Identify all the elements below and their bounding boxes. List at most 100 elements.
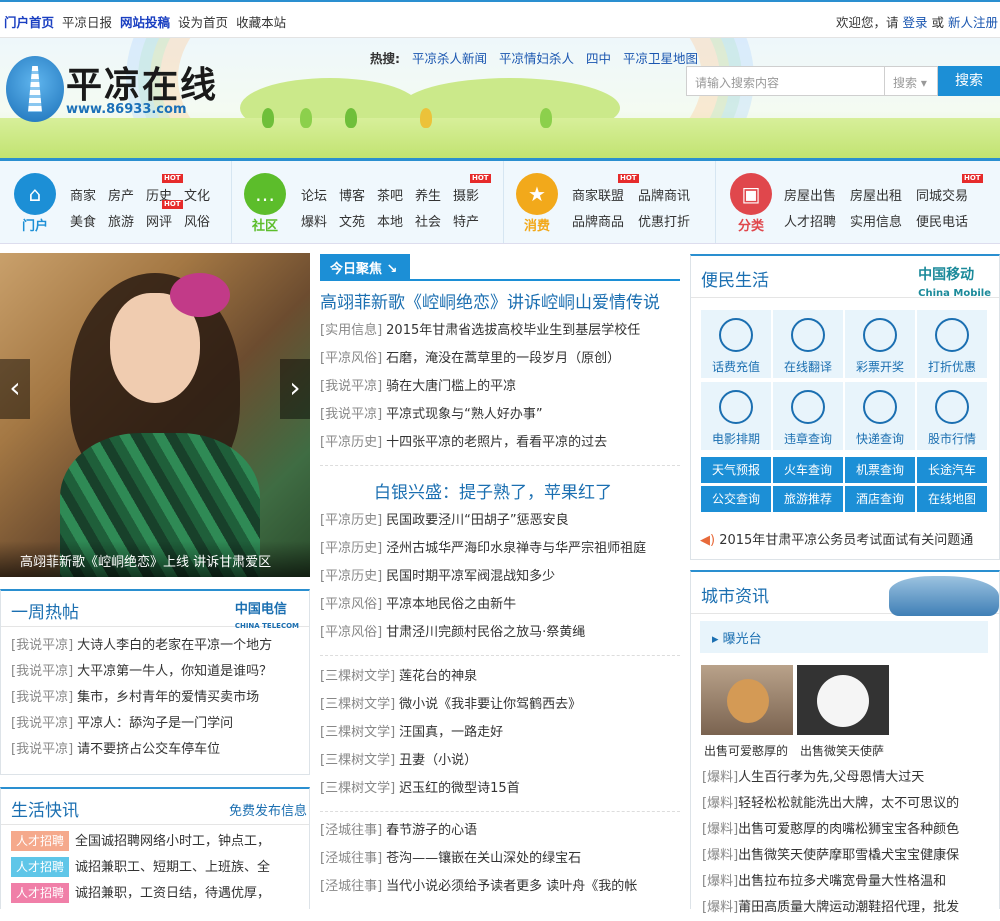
item-title[interactable]: 请不要挤占公交车停车位 [77, 742, 220, 757]
service-recharge[interactable]: 话费充值 [701, 310, 771, 378]
classified-icon[interactable]: ▣ [730, 173, 772, 215]
item-title[interactable]: 大诗人李白的老家在平凉一个地方 [77, 638, 272, 653]
exposure-title[interactable]: 曝光台 [723, 632, 762, 647]
list-item[interactable]: [三棵树文学] 迟玉红的微型诗15首 [320, 775, 682, 803]
item-title[interactable]: 平凉式现象与“熟人好办事” [386, 407, 542, 422]
service-movies[interactable]: 电影排期 [701, 382, 771, 450]
nav-link[interactable]: 便民电话 [916, 211, 968, 230]
nav-link[interactable]: 养生 [415, 185, 441, 204]
quick-link[interactable]: 机票查询 [845, 457, 915, 483]
nav-link[interactable]: 博客 [339, 185, 365, 204]
nav-link[interactable]: 商家联盟 [572, 185, 624, 204]
list-item[interactable]: 人才招聘 诚招兼职工、短期工、上班族、全 [11, 855, 299, 881]
list-item[interactable]: [爆料]轻轻松松就能洗出大牌，太不可思议的 [702, 791, 998, 817]
link-bookmark[interactable]: 收藏本站 [236, 12, 286, 31]
item-title[interactable]: 十四张平凉的老照片，看看平凉的过去 [386, 435, 607, 450]
notice-ticker[interactable]: ◀) 2015年甘肃平凉公务员考试面试有关问题通 [700, 528, 998, 554]
list-item[interactable]: [爆料]人生百行孝为先,父母恩情大过天 [702, 765, 998, 791]
service-express[interactable]: 快递查询 [845, 382, 915, 450]
nav-link[interactable]: 风俗 [184, 211, 210, 230]
list-item[interactable]: [我说平凉] 请不要挤占公交车停车位 [11, 737, 299, 763]
quick-link[interactable]: 在线地图 [917, 486, 987, 512]
list-item[interactable]: [爆料]出售微笑天使萨摩耶雪橇犬宝宝健康保 [702, 843, 998, 869]
hot-term[interactable]: 平凉卫星地图 [623, 51, 698, 66]
item-title[interactable]: 平凉人：舔沟子是一门学问 [77, 716, 233, 731]
link-set-home[interactable]: 设为首页 [178, 12, 228, 31]
shopping-bag-icon[interactable]: ★ [516, 173, 558, 215]
list-item[interactable]: 人才招聘 全国诚招聘网络小时工，钟点工， [11, 829, 299, 855]
item-title[interactable]: 轻轻松松就能洗出大牌，太不可思议的 [738, 796, 959, 811]
item-title[interactable]: 集市，乡村青年的爱情买卖市场 [77, 690, 259, 705]
nav-link[interactable]: 房产 [108, 185, 134, 204]
item-title[interactable]: 苍沟——镶嵌在关山深处的绿宝石 [386, 851, 581, 866]
nav-link[interactable]: 同城交易 [916, 185, 968, 204]
image-slider[interactable]: ‹ › 高翊菲新歌《崆峒绝恋》上线 讲诉甘肃爱区 [0, 253, 310, 577]
notice-text[interactable]: 2015年甘肃平凉公务员考试面试有关问题通 [719, 533, 973, 548]
list-item[interactable]: [泾城往事] 苍沟——镶嵌在关山深处的绿宝石 [320, 845, 682, 873]
nav-link[interactable]: 特产 [453, 211, 479, 230]
item-title[interactable]: 平凉本地民俗之由新牛 [386, 597, 516, 612]
quick-link[interactable]: 火车查询 [773, 457, 843, 483]
item-title[interactable]: 2015年甘肃省选拔高校毕业生到基层学校任 [386, 323, 640, 338]
list-item[interactable]: [平凉历史] 泾州古城华严海印水泉禅寺与华严宗祖师祖庭 [320, 535, 682, 563]
nav-group-label[interactable]: 社区 [235, 215, 295, 234]
item-title[interactable]: 泾州古城华严海印水泉禅寺与华严宗祖师祖庭 [386, 541, 646, 556]
quick-link[interactable]: 酒店查询 [845, 486, 915, 512]
item-title[interactable]: 迟玉红的微型诗15首 [399, 781, 520, 796]
slide-caption[interactable]: 高翊菲新歌《崆峒绝恋》上线 讲诉甘肃爱区 [0, 541, 310, 577]
item-title[interactable]: 民国政要泾川“田胡子”惩恶安良 [386, 513, 568, 528]
list-item[interactable]: [平凉历史] 十四张平凉的老照片，看看平凉的过去 [320, 429, 682, 457]
chat-icon[interactable]: … [244, 173, 286, 215]
item-title[interactable]: 诚招兼职，工资日结，待遇优厚， [75, 886, 270, 901]
item-title[interactable]: 诚招兼职工、短期工、上班族、全 [75, 860, 270, 875]
hot-term[interactable]: 四中 [586, 51, 611, 66]
nav-link[interactable]: 文化 [184, 185, 210, 204]
nav-link[interactable]: 房屋出租 [850, 185, 902, 204]
item-title[interactable]: 人生百行孝为先,父母恩情大过天 [738, 770, 924, 785]
item-title[interactable]: 莆田高质量大牌运动潮鞋招代理，批发 [738, 900, 959, 915]
login-link[interactable]: 登录 [902, 15, 927, 30]
item-title[interactable]: 春节游子的心语 [386, 823, 477, 838]
service-lottery[interactable]: 彩票开奖 [845, 310, 915, 378]
slider-prev-button[interactable]: ‹ [0, 359, 30, 419]
nav-link[interactable]: 网评 [146, 211, 172, 230]
nav-group-label[interactable]: 消费 [507, 215, 567, 234]
list-item[interactable]: [我说平凉] 平凉人：舔沟子是一门学问 [11, 711, 299, 737]
item-title[interactable]: 微小说《我非要让你驾鹤西去》 [399, 697, 581, 712]
service-violation[interactable]: 违章查询 [773, 382, 843, 450]
item-title[interactable]: 出售拉布拉多犬嘴宽骨量大性格温和 [738, 874, 946, 889]
focus-headline[interactable]: 高翊菲新歌《崆峒绝恋》讲诉崆峒山爱情传说 [320, 288, 660, 313]
item-title[interactable]: 莲花台的神泉 [399, 669, 477, 684]
logo-text[interactable]: 平凉在线 [66, 56, 218, 108]
nav-link[interactable]: 论坛 [301, 185, 327, 204]
nav-link[interactable]: 人才招聘 [784, 211, 836, 230]
nav-link[interactable]: 美食 [70, 211, 96, 230]
link-daily[interactable]: 平凉日报 [62, 12, 112, 31]
hot-term[interactable]: 平凉杀人新闻 [412, 51, 487, 66]
quick-link[interactable]: 旅游推荐 [773, 486, 843, 512]
logo-icon[interactable] [6, 56, 64, 122]
link-portal-home[interactable]: 门户首页 [4, 12, 54, 31]
nav-link[interactable]: 茶吧 [377, 185, 403, 204]
item-title[interactable]: 丑妻（小说） [399, 753, 477, 768]
service-translate[interactable]: 在线翻译 [773, 310, 843, 378]
item-title[interactable]: 全国诚招聘网络小时工，钟点工， [75, 834, 270, 849]
nav-link[interactable]: 实用信息 [850, 211, 902, 230]
quick-link[interactable]: 长途汽车 [917, 457, 987, 483]
list-item[interactable]: [平凉风俗] 石磨，淹没在蒿草里的一段岁月（原创） [320, 345, 682, 373]
list-item[interactable]: [泾城往事] 当代小说必须给予读者更多 读叶舟《我的帐 [320, 873, 682, 901]
free-publish-link[interactable]: 免费发布信息 [229, 800, 307, 819]
list-item[interactable]: [爆料]出售拉布拉多犬嘴宽骨量大性格温和 [702, 869, 998, 895]
nav-link[interactable]: 商家 [70, 185, 96, 204]
register-link[interactable]: 新人注册 [948, 15, 998, 30]
nav-link[interactable]: 房屋出售 [784, 185, 836, 204]
nav-link[interactable]: 社会 [415, 211, 441, 230]
pet-image-1[interactable] [701, 665, 793, 735]
nav-group-label[interactable]: 门户 [5, 215, 65, 234]
nav-link[interactable]: 品牌商品 [572, 211, 624, 230]
list-item[interactable]: [我说平凉] 骑在大唐门槛上的平凉 [320, 373, 682, 401]
list-item[interactable]: [爆料]出售可爱憨厚的肉嘴松狮宝宝各种颜色 [702, 817, 998, 843]
pet-image-2[interactable] [797, 665, 889, 735]
list-item[interactable]: [平凉历史] 民国政要泾川“田胡子”惩恶安良 [320, 507, 682, 535]
list-item[interactable]: [我说平凉] 大平凉第一牛人，你知道是谁吗？ [11, 659, 299, 685]
